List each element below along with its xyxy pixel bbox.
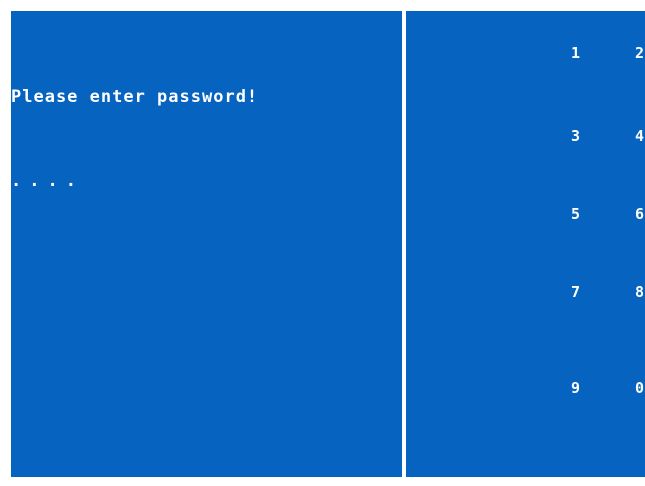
keypad-panel: 1 2 3 4 5 6 7 8 9 0 [406, 11, 645, 477]
keypad-key-5[interactable]: 5 [569, 205, 583, 223]
password-prompt: Please enter password! [11, 87, 259, 107]
keypad-key-2[interactable]: 2 [633, 44, 645, 62]
keypad-key-6[interactable]: 6 [633, 205, 645, 223]
password-screen: Please enter password! .... 1 2 3 4 5 6 … [0, 0, 645, 486]
password-display-panel: Please enter password! .... [11, 11, 402, 477]
keypad-key-0[interactable]: 0 [633, 379, 645, 397]
keypad-key-4[interactable]: 4 [633, 127, 645, 145]
keypad-key-1[interactable]: 1 [569, 44, 583, 62]
password-masked-input: .... [11, 171, 84, 191]
keypad-key-3[interactable]: 3 [569, 127, 583, 145]
keypad-key-8[interactable]: 8 [633, 283, 645, 301]
keypad-key-9[interactable]: 9 [569, 379, 583, 397]
keypad-key-7[interactable]: 7 [569, 283, 583, 301]
